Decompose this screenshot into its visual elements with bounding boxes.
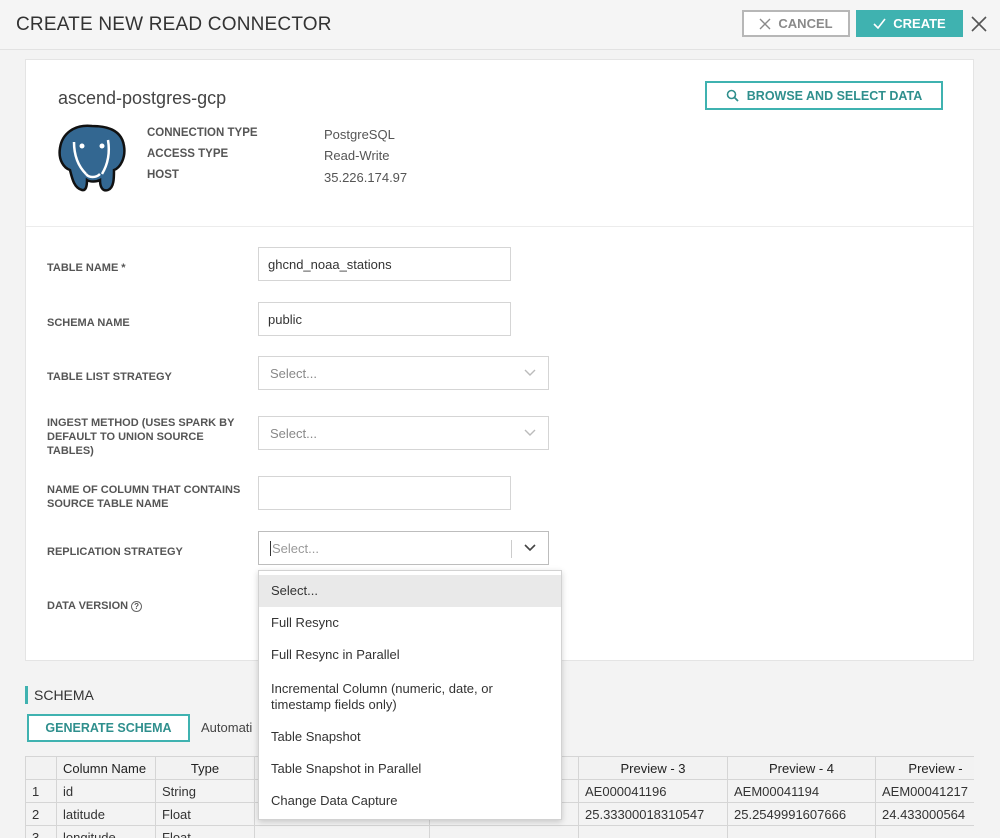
chevron-down-icon — [524, 429, 536, 436]
table-name-input[interactable]: ghcnd_noaa_stations — [258, 247, 511, 281]
select-separator — [511, 540, 512, 558]
host-value: 35.226.174.97 — [324, 170, 408, 185]
search-icon — [726, 89, 739, 102]
dropdown-option-full-resync[interactable]: Full Resync — [259, 607, 561, 639]
connection-type-label: CONNECTION TYPE — [147, 127, 258, 139]
table-row: 3 longitude Float — [25, 825, 974, 838]
table-cell[interactable]: longitude — [56, 825, 156, 838]
column-header[interactable]: Preview - 4 — [727, 756, 876, 780]
replication-strategy-select[interactable]: Select... — [258, 531, 549, 565]
connection-type-value: PostgreSQL — [324, 127, 395, 142]
dropdown-option-incremental-column[interactable]: Incremental Column (numeric, date, or ti… — [259, 671, 561, 721]
table-cell[interactable]: Float — [155, 825, 255, 838]
table-cell[interactable]: latitude — [56, 802, 156, 826]
table-cell — [727, 825, 876, 838]
table-list-strategy-select[interactable]: Select... — [258, 356, 549, 390]
table-cell: AEM00041194 — [727, 779, 876, 803]
table-list-strategy-label: TABLE LIST STRATEGY — [47, 371, 172, 383]
access-type-value: Read-Write — [324, 148, 390, 163]
table-cell — [578, 825, 728, 838]
create-label: CREATE — [893, 16, 946, 31]
cancel-label: CANCEL — [778, 16, 833, 31]
table-cell — [254, 825, 430, 838]
replication-strategy-label: REPLICATION STRATEGY — [47, 546, 183, 558]
access-type-label: ACCESS TYPE — [147, 148, 229, 160]
chevron-down-icon — [524, 369, 536, 376]
cancel-button[interactable]: CANCEL — [742, 10, 850, 37]
table-cell: 3 — [25, 825, 57, 838]
table-cell: AEM00041217 — [875, 779, 974, 803]
top-bar: CREATE NEW READ CONNECTOR CANCEL CREATE — [0, 0, 1000, 50]
table-cell: 24.433000564 — [875, 802, 974, 826]
check-icon — [873, 18, 886, 29]
data-version-label: DATA VERSION? — [47, 599, 143, 613]
close-icon — [759, 18, 771, 29]
host-label: HOST — [147, 169, 179, 181]
table-cell: 2 — [25, 802, 57, 826]
page-title: CREATE NEW READ CONNECTOR — [16, 14, 332, 35]
source-column-label: NAME OF COLUMN THAT CONTAINS SOURCE TABL… — [47, 484, 241, 510]
browse-label: BROWSE AND SELECT DATA — [746, 88, 923, 103]
table-cell — [429, 825, 579, 838]
table-cell[interactable]: id — [56, 779, 156, 803]
column-header[interactable]: Type — [155, 756, 255, 780]
column-header[interactable]: Column Name — [56, 756, 156, 780]
table-cell: 25.33300018310547 — [578, 802, 728, 826]
column-header[interactable]: Preview - — [875, 756, 974, 780]
ingest-method-select[interactable]: Select... — [258, 416, 549, 450]
source-column-input[interactable] — [258, 476, 511, 510]
generate-schema-button[interactable]: GENERATE SCHEMA — [27, 714, 190, 742]
chevron-down-icon — [524, 544, 536, 552]
dropdown-option-table-snapshot[interactable]: Table Snapshot — [259, 721, 561, 753]
table-name-label: TABLE NAME * — [47, 262, 126, 274]
help-icon[interactable]: ? — [131, 600, 143, 612]
automatic-schema-text: Automati — [201, 720, 253, 735]
postgresql-elephant-icon — [58, 124, 126, 192]
schema-name-input[interactable]: public — [258, 302, 511, 336]
dropdown-option-change-data-capture[interactable]: Change Data Capture — [259, 785, 561, 817]
column-header — [25, 756, 57, 780]
ingest-method-label: INGEST METHOD (USES SPARK BY DEFAULT TO … — [47, 417, 235, 457]
column-header[interactable]: Preview - 3 — [578, 756, 728, 780]
connection-name: ascend-postgres-gcp — [58, 88, 227, 108]
table-cell — [875, 825, 974, 838]
browse-select-data-button[interactable]: BROWSE AND SELECT DATA — [705, 81, 943, 110]
table-cell: 25.2549991607666 — [727, 802, 876, 826]
dropdown-option-table-snapshot-parallel[interactable]: Table Snapshot in Parallel — [259, 753, 561, 785]
table-cell[interactable]: Float — [155, 802, 255, 826]
dropdown-option-select[interactable]: Select... — [259, 575, 561, 607]
table-cell: 1 — [25, 779, 57, 803]
replication-strategy-dropdown: Select... Full Resync Full Resync in Par… — [258, 570, 562, 820]
close-dialog-icon[interactable] — [969, 14, 989, 34]
table-cell[interactable]: String — [155, 779, 255, 803]
table-cell: AE000041196 — [578, 779, 728, 803]
schema-section-title: SCHEMA — [25, 686, 94, 704]
text-cursor — [270, 540, 271, 556]
schema-name-label: SCHEMA NAME — [47, 317, 130, 329]
divider — [26, 226, 973, 227]
create-button[interactable]: CREATE — [856, 10, 963, 37]
dropdown-option-full-resync-parallel[interactable]: Full Resync in Parallel — [259, 639, 561, 671]
